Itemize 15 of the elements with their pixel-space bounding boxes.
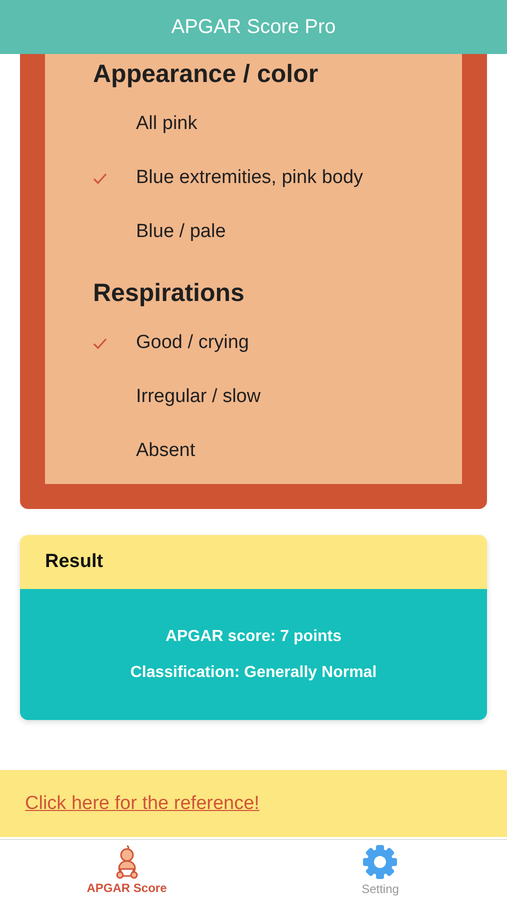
score-text: APGAR score: 7 points — [165, 628, 342, 646]
tab-item[interactable]: APGAR Score — [0, 840, 254, 900]
section-heading: Appearance / color — [93, 60, 320, 89]
settings-icon — [362, 844, 398, 880]
classification-text: Classification: Generally Normal — [130, 664, 377, 682]
baby-icon — [114, 845, 140, 879]
option-item[interactable]: Blue extremities, pink body — [93, 151, 462, 205]
option-item[interactable]: Absent — [93, 424, 462, 478]
app-title: APGAR Score Pro — [171, 16, 336, 38]
option-item[interactable]: Blue / pale — [93, 205, 462, 259]
option-item[interactable]: All pink — [93, 97, 462, 151]
result-title: Result — [45, 551, 104, 573]
option-item[interactable]: Irregular / slow — [93, 370, 462, 424]
option-item[interactable]: Good / crying — [93, 316, 462, 370]
section-heading: Respirations — [93, 279, 246, 308]
